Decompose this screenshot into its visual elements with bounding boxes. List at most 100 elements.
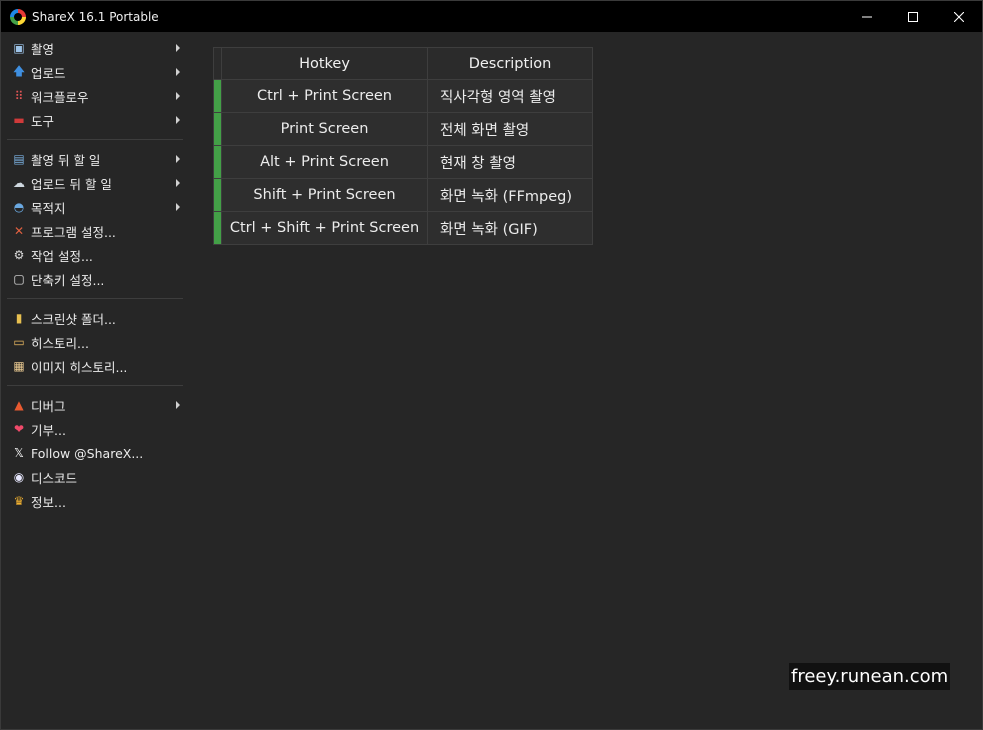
- hotkey-row[interactable]: Ctrl + Print Screen 직사각형 영역 촬영: [213, 79, 593, 113]
- menu-group-capture: ▣ 촬영 🡅 업로드 ⠿ 워크플로우 ▬ 도구: [1, 36, 191, 132]
- menu-item[interactable]: ▣ 촬영: [1, 36, 191, 60]
- menu-item-label: 목적지: [31, 200, 66, 216]
- maximize-button[interactable]: [890, 1, 936, 32]
- menu-item[interactable]: ✕ 프로그램 설정...: [1, 219, 191, 243]
- menu-item[interactable]: 𝕏 Follow @ShareX...: [1, 441, 191, 465]
- toolbox-icon: ▬: [13, 113, 25, 127]
- menu-item[interactable]: ▮ 스크린샷 폴더...: [1, 306, 191, 330]
- close-button[interactable]: [936, 1, 982, 32]
- submenu-arrow-icon: [176, 203, 180, 211]
- menu-item[interactable]: ◉ 디스코드: [1, 465, 191, 489]
- wrench-screwdriver-icon: ✕: [13, 224, 25, 238]
- menu-item-label: 스크린샷 폴더...: [31, 311, 116, 327]
- hotkey-status-indicator: [213, 79, 222, 113]
- menu-group-settings: ▤ 촬영 뒤 할 일 ☁ 업로드 뒤 할 일 ◓ 목적지 ✕ 프로그램 설정... ⚙ 작업 설정…: [1, 147, 191, 291]
- cloud-upload-icon: ☁: [13, 176, 25, 190]
- submenu-arrow-icon: [176, 179, 180, 187]
- history-icon: ▭: [13, 335, 25, 349]
- discord-icon: ◉: [13, 470, 25, 484]
- menu-item-label: 이미지 히스토리...: [31, 359, 128, 375]
- menu-item-label: 정보...: [31, 494, 66, 510]
- menu-item[interactable]: ▢ 단축키 설정...: [1, 267, 191, 291]
- main-menu: ▣ 촬영 🡅 업로드 ⠿ 워크플로우 ▬ 도구 ▤ 촬영 뒤 할 일 ☁ 업로드 뒤 할 일 ◓ 목적지…: [1, 36, 191, 513]
- window-title: ShareX 16.1 Portable: [32, 9, 159, 24]
- image-history-icon: ▦: [13, 359, 25, 373]
- menu-group-history: ▮ 스크린샷 폴더... ▭ 히스토리... ▦ 이미지 히스토리...: [1, 306, 191, 378]
- menu-item[interactable]: ☁ 업로드 뒤 할 일: [1, 171, 191, 195]
- minimize-button[interactable]: [844, 1, 890, 32]
- menu-item-label: 디버그: [31, 398, 66, 414]
- submenu-arrow-icon: [176, 116, 180, 124]
- menu-item-label: 단축키 설정...: [31, 272, 105, 288]
- menu-separator: [7, 385, 183, 386]
- x-logo-icon: 𝕏: [14, 446, 24, 460]
- menu-item[interactable]: ◓ 목적지: [1, 195, 191, 219]
- hotkey-description-cell: 화면 녹화 (GIF): [427, 211, 593, 245]
- menu-separator: [7, 298, 183, 299]
- hotkey-column-header: Hotkey: [221, 47, 428, 80]
- menu-item-label: 도구: [31, 113, 55, 129]
- hotkey-cell: Ctrl + Shift + Print Screen: [221, 211, 428, 245]
- menu-item[interactable]: ♛ 정보...: [1, 489, 191, 513]
- debug-cone-icon: ▲: [14, 398, 24, 412]
- hotkey-status-indicator: [213, 211, 222, 245]
- menu-item-label: 히스토리...: [31, 335, 89, 351]
- hotkey-row[interactable]: Ctrl + Shift + Print Screen 화면 녹화 (GIF): [213, 211, 593, 245]
- menu-item-label: 촬영 뒤 할 일: [31, 152, 101, 168]
- menu-item[interactable]: ▤ 촬영 뒤 할 일: [1, 147, 191, 171]
- hotkey-cell: Print Screen: [221, 112, 428, 146]
- menu-item[interactable]: ⚙ 작업 설정...: [1, 243, 191, 267]
- menu-item-label: 프로그램 설정...: [31, 224, 116, 240]
- hotkey-cell: Alt + Print Screen: [221, 145, 428, 179]
- hotkey-description-cell: 화면 녹화 (FFmpeg): [427, 178, 593, 212]
- hotkey-table-header: Hotkey Description: [213, 47, 593, 80]
- hotkey-row[interactable]: Print Screen 전체 화면 촬영: [213, 112, 593, 146]
- hotkey-cell: Ctrl + Print Screen: [221, 79, 428, 113]
- workflow-grid-icon: ⠿: [14, 89, 24, 103]
- menu-item[interactable]: ▭ 히스토리...: [1, 330, 191, 354]
- menu-item[interactable]: 🡅 업로드: [1, 60, 191, 84]
- after-capture-icon: ▤: [13, 152, 25, 166]
- hotkey-description-cell: 직사각형 영역 촬영: [427, 79, 593, 113]
- hotkey-description-cell: 현재 창 촬영: [427, 145, 593, 179]
- upload-arrow-icon: 🡅: [12, 63, 26, 78]
- menu-separator: [7, 139, 183, 140]
- menu-item-label: 업로드 뒤 할 일: [31, 176, 112, 192]
- submenu-arrow-icon: [176, 68, 180, 76]
- menu-item-label: 작업 설정...: [31, 248, 93, 264]
- hotkey-row[interactable]: Alt + Print Screen 현재 창 촬영: [213, 145, 593, 179]
- menu-item[interactable]: ▦ 이미지 히스토리...: [1, 354, 191, 378]
- submenu-arrow-icon: [176, 155, 180, 163]
- description-column-header: Description: [427, 47, 593, 80]
- menu-item[interactable]: ❤ 기부...: [1, 417, 191, 441]
- menu-item-label: 업로드: [31, 65, 66, 81]
- menu-item-label: 워크플로우: [31, 89, 89, 105]
- sharex-logo-icon: [10, 8, 26, 25]
- minimize-icon: [862, 16, 872, 17]
- window-controls: [844, 1, 982, 32]
- hotkey-table: Hotkey Description Ctrl + Print Screen 직사…: [213, 47, 593, 245]
- menu-item-label: Follow @ShareX...: [31, 445, 144, 461]
- crown-icon: ♛: [13, 494, 25, 508]
- hotkey-status-indicator: [213, 178, 222, 212]
- watermark-text: freey.runean.com: [789, 663, 951, 690]
- maximize-icon: [908, 11, 918, 22]
- title-bar[interactable]: ShareX 16.1 Portable: [1, 1, 982, 32]
- folder-icon: ▮: [15, 311, 23, 325]
- menu-group-misc: ▲ 디버그 ❤ 기부... 𝕏 Follow @ShareX... ◉ 디스코드 ♛ 정보...: [1, 393, 191, 513]
- hotkey-row[interactable]: Shift + Print Screen 화면 녹화 (FFmpeg): [213, 178, 593, 212]
- menu-item[interactable]: ▬ 도구: [1, 108, 191, 132]
- menu-item[interactable]: ⠿ 워크플로우: [1, 84, 191, 108]
- menu-item-label: 기부...: [31, 422, 66, 438]
- submenu-arrow-icon: [176, 401, 180, 409]
- hotkey-description-cell: 전체 화면 촬영: [427, 112, 593, 146]
- menu-item-label: 촬영: [31, 41, 55, 57]
- close-icon: [954, 11, 964, 22]
- hotkey-status-indicator: [213, 112, 222, 146]
- menu-item-label: 디스코드: [31, 470, 78, 486]
- heart-icon: ❤: [13, 422, 25, 436]
- menu-item[interactable]: ▲ 디버그: [1, 393, 191, 417]
- submenu-arrow-icon: [176, 44, 180, 52]
- gear-icon: ⚙: [13, 248, 25, 262]
- destination-icon: ◓: [13, 200, 25, 214]
